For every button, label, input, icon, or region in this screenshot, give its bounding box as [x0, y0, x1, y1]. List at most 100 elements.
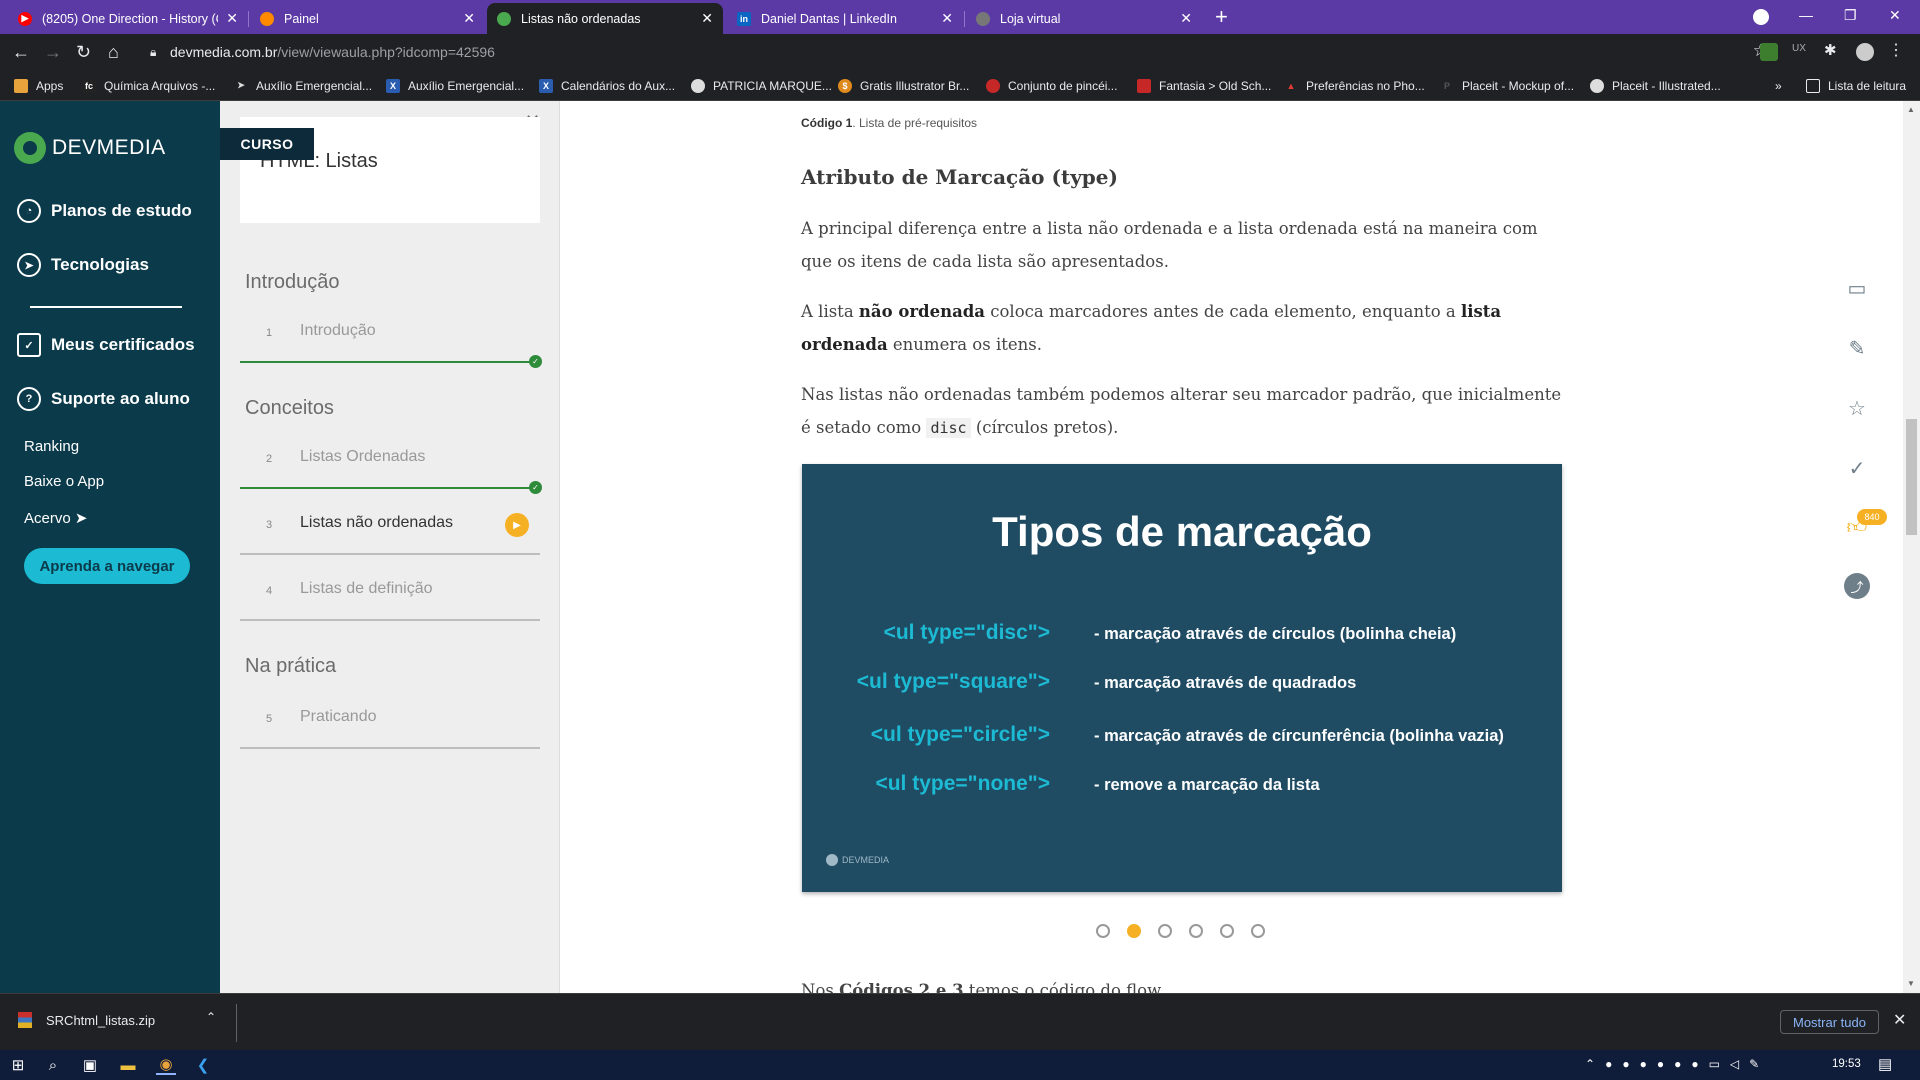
ux-extension-icon[interactable]: UX [1792, 43, 1810, 61]
learn-to-navigate-button[interactable]: Aprenda a navegar [24, 548, 190, 584]
bookmark-apps[interactable]: Apps [14, 70, 63, 101]
tray-app-icon[interactable]: ● [1691, 1057, 1698, 1071]
file-explorer-icon[interactable]: ▬ [118, 1055, 138, 1075]
devmedia-logo-icon [14, 132, 46, 164]
bookmark-item[interactable]: X Calendários do Aux... [539, 70, 675, 101]
back-icon[interactable]: ← [12, 40, 30, 64]
task-view-icon[interactable]: ▣ [80, 1055, 100, 1075]
network-icon[interactable]: ▭ [1709, 1057, 1720, 1071]
avatar[interactable] [1856, 43, 1874, 61]
close-icon[interactable]: ✕ [226, 10, 238, 27]
reload-icon[interactable]: ↻ [76, 40, 91, 64]
bookmark-item[interactable]: Fantasia > Old Sch... [1137, 70, 1271, 101]
lesson-item[interactable]: 2 Listas Ordenadas ✓ [240, 429, 542, 494]
nav-tecnologias[interactable]: ➤ Tecnologias [17, 253, 149, 277]
nav-suporte-ao-aluno[interactable]: ? Suporte ao aluno [17, 387, 190, 411]
tab-listas-active[interactable]: Listas não ordenadas ✕ [487, 3, 723, 34]
close-icon[interactable]: ✕ [701, 10, 713, 27]
page-scrollbar[interactable]: ▲ ▼ [1903, 101, 1920, 993]
site-icon: X [386, 78, 400, 93]
maximize-icon[interactable]: ❐ [1844, 5, 1857, 25]
tab-linkedin[interactable]: in Daniel Dantas | LinkedIn ✕ [727, 3, 963, 34]
lock-icon: 🔒︎ [150, 44, 157, 59]
chevron-up-icon[interactable]: ⌃ [206, 1010, 216, 1024]
site-icon: P [1443, 80, 1450, 91]
share-icon[interactable]: ⤴ [1844, 573, 1870, 599]
scroll-down-icon[interactable]: ▼ [1907, 979, 1915, 988]
tab-loja[interactable]: Loja virtual ✕ [966, 3, 1202, 34]
bookmark-item[interactable]: $ Gratis Illustrator Br... [838, 70, 969, 101]
window-close-icon[interactable]: ✕ [1889, 5, 1901, 25]
link-ranking[interactable]: Ranking [24, 438, 79, 455]
comments-icon[interactable]: ▭ [1844, 275, 1870, 301]
notification-icon[interactable]: ▤ [1878, 1055, 1892, 1073]
search-icon[interactable]: ⌕ [43, 1055, 63, 1075]
paragraph: Nas listas não ordenadas também podemos … [801, 385, 1562, 438]
bookmark-item[interactable]: Placeit - Illustrated... [1590, 70, 1721, 101]
notes-icon[interactable]: ✎ [1844, 335, 1870, 361]
tray-chevron-icon[interactable]: ⌃ [1585, 1057, 1595, 1071]
close-icon[interactable]: ✕ [1180, 10, 1192, 27]
link-baixe-o-app[interactable]: Baixe o App [24, 473, 104, 490]
youtube-icon: ▶ [18, 11, 32, 26]
star-icon[interactable]: ☆ [1844, 395, 1870, 421]
new-tab-button[interactable]: + [1215, 4, 1228, 30]
home-icon[interactable]: ⌂ [108, 40, 119, 64]
bookmark-item[interactable]: fc Química Arquivos -... [82, 70, 215, 101]
tray-app-icon[interactable]: ● [1674, 1057, 1681, 1071]
scroll-up-icon[interactable]: ▲ [1907, 105, 1915, 114]
close-icon[interactable]: ✕ [941, 10, 953, 27]
address-bar[interactable]: 🔒︎ devmedia.com.br/view/viewaula.php?idc… [140, 38, 1780, 66]
bookmark-item[interactable]: Conjunto de pincéi... [986, 70, 1117, 101]
carousel-dot[interactable] [1220, 924, 1234, 938]
tray-app-icon[interactable]: ● [1622, 1057, 1629, 1071]
chrome-icon[interactable]: ◉ [156, 1055, 176, 1075]
carousel-dot[interactable] [1189, 924, 1203, 938]
show-all-button[interactable]: Mostrar tudo [1780, 1010, 1879, 1034]
scrollbar-thumb[interactable] [1906, 419, 1917, 535]
carousel-dot-active[interactable] [1127, 924, 1141, 938]
forward-icon[interactable]: → [44, 40, 62, 64]
url-text[interactable]: devmedia.com.br/view/viewaula.php?idcomp… [170, 44, 495, 60]
play-icon[interactable]: ▶ [505, 513, 529, 537]
windows-start-icon[interactable]: ⊞ [8, 1055, 28, 1075]
puzzle-extensions-icon[interactable]: ✱ [1824, 41, 1842, 59]
bookmark-item[interactable]: P Placeit - Mockup of... [1440, 70, 1574, 101]
minimize-icon[interactable]: — [1799, 5, 1813, 25]
extension-icon[interactable] [1760, 43, 1778, 61]
carousel-dot[interactable] [1251, 924, 1265, 938]
tab-painel[interactable]: Painel ✕ [250, 3, 485, 34]
carousel-dot[interactable] [1158, 924, 1172, 938]
lesson-item-current[interactable]: 3 Listas não ordenadas ▶ [240, 495, 540, 555]
lesson-item[interactable]: 1 Introdução ✓ [240, 303, 542, 368]
download-item[interactable]: SRChtml_listas.zip [18, 1012, 155, 1028]
bookmark-item[interactable]: PATRICIA MARQUE... [691, 70, 832, 101]
tab-title: (8205) One Direction - History (C [42, 11, 219, 26]
tab-youtube[interactable]: ▶ (8205) One Direction - History (C ✕ [8, 3, 248, 34]
bookmark-item[interactable]: X Auxílio Emergencial... [386, 70, 524, 101]
tray-app-icon[interactable]: ● [1657, 1057, 1664, 1071]
pen-icon[interactable]: ✎ [1749, 1057, 1759, 1071]
devmedia-logo[interactable]: DEVMEDIA [14, 132, 166, 164]
bookmark-item[interactable]: ▲ Preferências no Pho... [1284, 70, 1425, 101]
clock[interactable]: 19:53 [1832, 1058, 1861, 1070]
linkedin-icon: in [737, 11, 751, 26]
menu-kebab-icon[interactable]: ⋮ [1888, 40, 1906, 59]
tray-app-icon[interactable]: ● [1640, 1057, 1647, 1071]
nav-meus-certificados[interactable]: ✓ Meus certificados [17, 333, 195, 357]
tray-app-icon[interactable]: ● [1605, 1057, 1612, 1071]
link-acervo[interactable]: Acervo ➤ [24, 509, 87, 527]
close-icon[interactable]: ✕ [1893, 1010, 1906, 1030]
close-icon[interactable]: ✕ [463, 10, 475, 27]
lesson-item[interactable]: 5 Praticando [240, 689, 540, 749]
reading-list[interactable]: Lista de leitura [1806, 70, 1906, 101]
profile-menu-icon[interactable] [1753, 9, 1769, 25]
check-circle-icon[interactable]: ✓ [1844, 455, 1870, 481]
more-bookmarks-icon[interactable]: » [1775, 70, 1782, 101]
nav-planos-de-estudo[interactable]: ◔ Planos de estudo [17, 199, 192, 223]
vscode-icon[interactable]: ❮ [193, 1055, 213, 1075]
lesson-item[interactable]: 4 Listas de definição [240, 561, 540, 621]
bookmark-item[interactable]: ➤ Auxílio Emergencial... [234, 70, 372, 101]
carousel-dot[interactable] [1096, 924, 1110, 938]
volume-icon[interactable]: ◁ [1730, 1057, 1739, 1071]
